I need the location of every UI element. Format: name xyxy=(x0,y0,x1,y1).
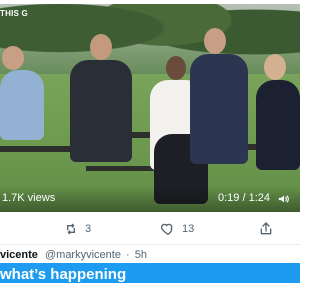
video-background-trees xyxy=(0,4,300,84)
share-icon xyxy=(260,222,272,235)
like-button[interactable]: 13 xyxy=(160,218,194,240)
divider xyxy=(0,244,300,245)
tweet-video[interactable]: THIS G 1.7K views 0:19 / 1:24 xyxy=(0,4,300,212)
compose-prompt-bar[interactable]: what’s happening xyxy=(0,263,300,283)
person-5 xyxy=(256,80,300,170)
person-2-head xyxy=(90,34,112,60)
tweet-actions: 3 13 xyxy=(0,218,300,240)
meta-separator: · xyxy=(126,249,130,261)
retweet-icon xyxy=(67,223,75,235)
channel-logo-text: THIS G xyxy=(0,9,28,18)
volume-icon[interactable] xyxy=(276,192,292,206)
compose-prompt-text: what’s happening xyxy=(0,266,127,283)
video-views: 1.7K views xyxy=(2,192,56,204)
share-button[interactable] xyxy=(258,218,274,240)
video-time: 0:19 / 1:24 xyxy=(218,192,270,204)
heart-icon xyxy=(160,223,173,235)
person-2 xyxy=(70,60,132,162)
person-5-head xyxy=(264,54,286,80)
retweet-button[interactable]: 3 xyxy=(63,218,91,240)
retweet-count: 3 xyxy=(85,223,92,235)
person-4-head xyxy=(204,28,226,54)
person-1 xyxy=(0,70,44,140)
author-handle[interactable]: @markyvicente xyxy=(45,249,121,261)
person-4 xyxy=(190,54,248,164)
person-3-head xyxy=(166,56,186,80)
tweet-time[interactable]: 5h xyxy=(135,249,147,261)
like-count: 13 xyxy=(182,223,195,235)
author-name[interactable]: vicente xyxy=(0,249,38,261)
person-1-head xyxy=(2,46,24,70)
tweet-author-row: vicente @markyvicente · 5h xyxy=(0,249,300,263)
